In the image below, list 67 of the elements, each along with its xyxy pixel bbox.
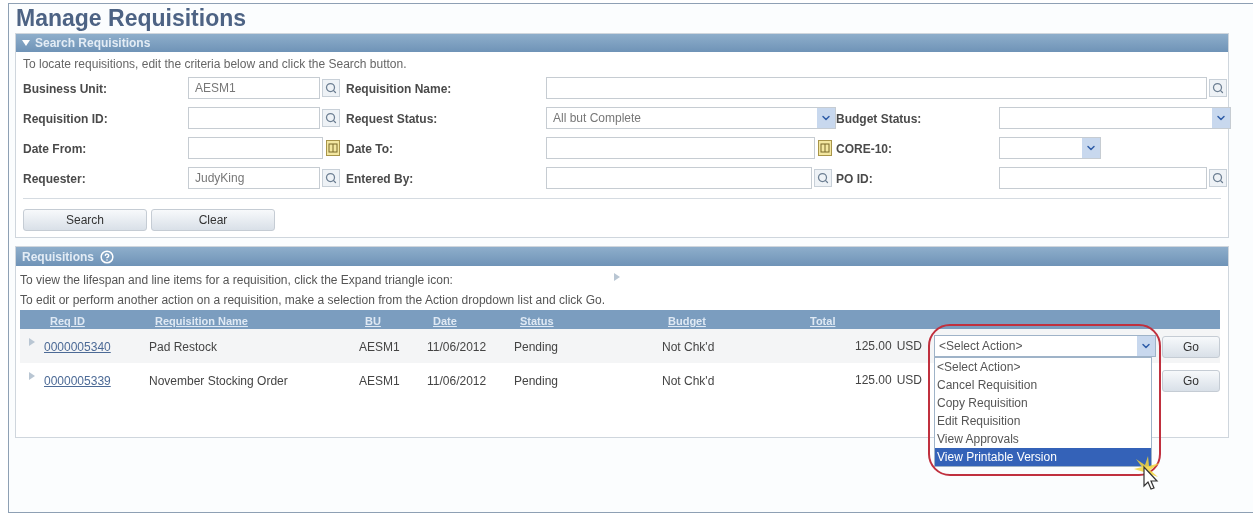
table-cell-text: 125.00 [854, 338, 892, 355]
instructions-text: To view the lifespan and line items for a requisition, click the Expand triangle icon: [20, 272, 453, 289]
input-field[interactable]: AESM1 [188, 77, 320, 99]
field-label: Request Status: [346, 112, 438, 126]
lookup-icon[interactable] [1209, 169, 1227, 187]
action-button[interactable]: Search [23, 209, 147, 231]
lookup-icon[interactable] [322, 79, 340, 97]
field-label: Entered By: [346, 172, 414, 186]
expand-triangle-icon[interactable] [28, 337, 36, 347]
dropdown-option[interactable]: View Printable Version [935, 448, 1151, 466]
calendar-icon[interactable] [818, 140, 832, 156]
expand-triangle-icon[interactable] [28, 371, 36, 381]
table-cell: Pending [514, 340, 559, 354]
dropdown-option[interactable]: <Select Action> [935, 358, 1151, 376]
action-button[interactable]: Go [1162, 370, 1220, 392]
table-cell-text: USD [896, 372, 922, 389]
expand-triangle-icon[interactable] [612, 272, 621, 282]
select-field[interactable] [999, 107, 1231, 129]
action-button[interactable]: Clear [151, 209, 275, 231]
input-field[interactable] [188, 137, 323, 159]
instructions-text: To edit or perform another action on a requisition, make a selection from the Action dropdown list and click Go. [20, 292, 606, 309]
field-label: Requisition ID: [23, 112, 108, 126]
lookup-icon[interactable] [814, 169, 832, 187]
table-cell: Pending [514, 374, 559, 388]
field-label: PO ID: [836, 172, 873, 186]
field-label: Requester: [23, 172, 86, 186]
lookup-icon[interactable] [1209, 79, 1227, 97]
table-cell: Not Chk'd [662, 374, 715, 388]
requisition-id-link[interactable]: 0000005340 [44, 340, 111, 354]
field-label: Date To: [346, 142, 394, 156]
dropdown-option[interactable]: Copy Requisition [935, 394, 1151, 412]
page-title: Manage Requisitions [15, 4, 248, 32]
lookup-icon[interactable] [322, 109, 340, 127]
table-cell-text: USD [896, 338, 922, 355]
select-field[interactable]: All but Complete [546, 107, 836, 129]
table-cell: AESM1 [359, 374, 400, 388]
collapse-triangle-icon[interactable] [22, 38, 30, 48]
dropdown-option[interactable]: Edit Requisition [935, 412, 1151, 430]
table-cell: AESM1 [359, 340, 400, 354]
action-select[interactable]: <Select Action> [934, 335, 1156, 357]
dropdown-option[interactable]: View Approvals [935, 430, 1151, 448]
field-label: Requisition Name: [346, 82, 452, 96]
field-label: Date From: [23, 142, 87, 156]
help-icon[interactable] [100, 249, 114, 264]
input-field[interactable] [999, 167, 1207, 189]
input-field[interactable] [546, 137, 815, 159]
input-field[interactable] [188, 107, 320, 129]
table-cell: 11/06/2012 [427, 374, 487, 388]
table-cell: Not Chk'd [662, 340, 715, 354]
lookup-icon[interactable] [322, 169, 340, 187]
table-cell-text: 125.00 [854, 372, 892, 389]
input-field[interactable] [546, 167, 812, 189]
calendar-icon[interactable] [326, 140, 340, 156]
section-title: Requisitions [22, 248, 94, 266]
action-button[interactable]: Go [1162, 336, 1220, 358]
input-field[interactable] [546, 77, 1207, 99]
table-cell: 11/06/2012 [427, 340, 487, 354]
field-label: CORE-10: [836, 142, 892, 156]
dropdown-option[interactable]: Cancel Requisition [935, 376, 1151, 394]
table-cell: November Stocking Order [149, 374, 288, 388]
requisition-id-link[interactable]: 0000005339 [44, 374, 111, 388]
instructions-text: To locate requisitions, edit the criteria below and click the Search button. [23, 56, 408, 72]
table-cell: Pad Restock [149, 340, 218, 354]
select-field[interactable] [999, 137, 1101, 159]
field-label: Business Unit: [23, 82, 107, 96]
input-field[interactable]: JudyKing [188, 167, 320, 189]
field-label: Budget Status: [836, 112, 922, 126]
